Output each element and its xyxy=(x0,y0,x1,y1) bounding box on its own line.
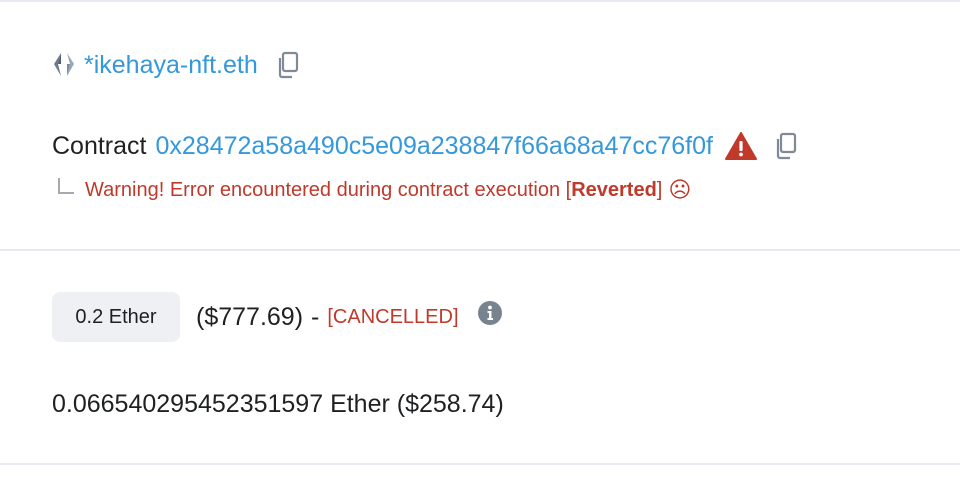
contract-label: Contract xyxy=(52,131,147,160)
sad-face-icon: ☹ xyxy=(668,177,692,202)
contract-row: Contract 0x28472a58a490c5e09a238847f66a6… xyxy=(52,126,798,166)
top-divider xyxy=(0,0,960,2)
warning-text-prefix: Warning! Error encountered during contra… xyxy=(85,178,572,201)
cancelled-status: [CANCELLED] xyxy=(327,305,459,328)
ens-icon xyxy=(52,50,76,80)
warning-text-suffix: ] xyxy=(656,178,663,201)
middle-divider xyxy=(0,249,960,251)
info-icon[interactable] xyxy=(477,300,503,326)
warning-triangle-icon xyxy=(724,132,757,160)
ens-name-link[interactable]: *ikehaya-nft.eth xyxy=(84,51,258,80)
execution-warning: Warning! Error encountered during contra… xyxy=(58,175,691,205)
transaction-fee: 0.06654029545235159​7 Ether ($258.74) xyxy=(52,389,504,418)
contract-address-link[interactable]: 0x28472a58a490c5e09a238847f66a68a47cc76f… xyxy=(155,132,712,161)
warning-status: Reverted xyxy=(571,178,657,201)
copy-address-icon[interactable] xyxy=(774,132,798,160)
ens-row: *ikehaya-nft.eth xyxy=(52,46,300,84)
copy-icon[interactable] xyxy=(276,51,300,79)
ether-amount-badge: 0.2 Ether xyxy=(52,292,180,342)
transaction-details: *ikehaya-nft.eth Contract 0x28472a58a490… xyxy=(0,0,960,478)
usd-value: ($777.69) xyxy=(196,302,304,331)
bottom-divider xyxy=(0,463,960,465)
value-row: 0.2 Ether ($777.69) - [CANCELLED] xyxy=(52,292,503,342)
value-separator: - xyxy=(311,302,320,331)
branch-connector-icon xyxy=(58,178,74,194)
